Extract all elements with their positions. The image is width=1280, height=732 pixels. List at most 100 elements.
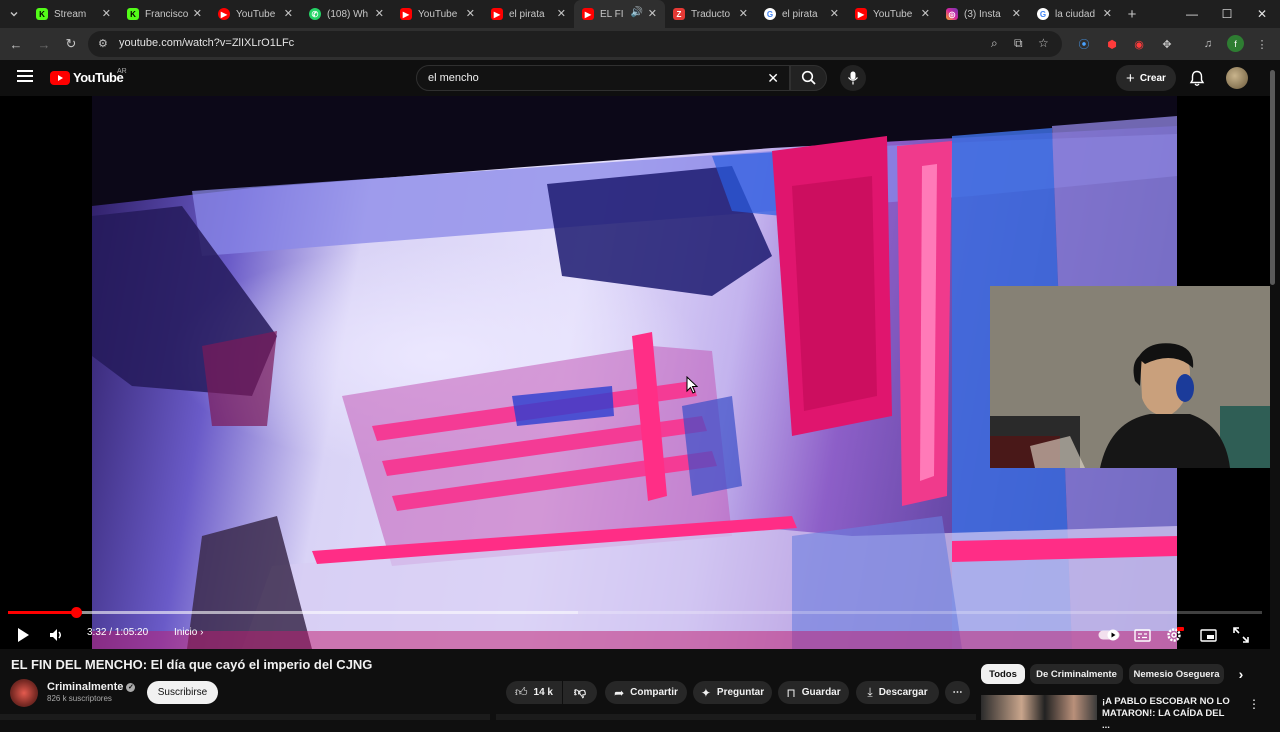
zoom-icon[interactable]: ⌕: [991, 36, 998, 51]
extensions-puzzle-icon[interactable]: ✥: [1159, 36, 1175, 52]
play-icon: [18, 628, 29, 642]
close-tab-icon[interactable]: ✕: [102, 7, 111, 20]
close-tab-icon[interactable]: ✕: [193, 7, 202, 20]
extension-icon[interactable]: ⦿: [1076, 36, 1092, 52]
mouse-cursor-icon: [686, 376, 698, 394]
site-info-icon[interactable]: ⚙: [98, 37, 108, 50]
channel-name[interactable]: Criminalmente ✓: [47, 681, 136, 693]
more-horizontal-icon: ⋯: [952, 687, 963, 698]
chapter-button[interactable]: Inicio ›: [174, 627, 203, 638]
dislike-button[interactable]: 👎︎: [563, 681, 597, 704]
browser-tab[interactable]: ✆ (108) Wh ✕: [301, 0, 392, 28]
back-button[interactable]: ←: [6, 34, 26, 54]
close-tab-icon[interactable]: ✕: [284, 7, 293, 20]
media-controls-icon[interactable]: ♫: [1200, 36, 1216, 52]
chip-nemesio[interactable]: Nemesio Oseguera: [1129, 664, 1224, 684]
notifications-bell-icon[interactable]: [1188, 69, 1206, 87]
browser-tab[interactable]: K Stream ✕: [28, 0, 119, 28]
profile-avatar[interactable]: f: [1227, 35, 1244, 52]
save-button[interactable]: ⊓ Guardar: [778, 681, 849, 704]
close-tab-icon[interactable]: ✕: [1012, 7, 1021, 20]
volume-icon: [50, 629, 61, 641]
maximize-window-button[interactable]: ☐: [1209, 0, 1245, 28]
share-arrow-icon: ➦: [614, 685, 625, 700]
description-box-right: [496, 714, 976, 720]
settings-button[interactable]: [1164, 623, 1186, 647]
browser-tab[interactable]: ▶ YouTube ✕: [392, 0, 483, 28]
search-query-text[interactable]: el mencho: [428, 72, 479, 84]
browser-tab[interactable]: Gel pirata ✕: [756, 0, 847, 28]
video-player[interactable]: 3:32 / 1:05:20 Inicio ›: [0, 96, 1270, 649]
recommended-title[interactable]: ¡A PABLO ESCOBAR NO LO MATARON!: LA CAÍD…: [1102, 696, 1232, 732]
close-tab-icon[interactable]: ✕: [648, 7, 657, 20]
like-button[interactable]: 👍︎ 14 k: [506, 681, 562, 704]
account-avatar[interactable]: [1226, 67, 1248, 89]
page-scrollbar[interactable]: [1270, 70, 1275, 285]
minimize-window-button[interactable]: —: [1174, 0, 1210, 28]
browser-tab[interactable]: ◎ (3) Insta ✕: [938, 0, 1029, 28]
reload-button[interactable]: ↻: [61, 34, 81, 54]
bookmark-icon: ⊓: [786, 685, 796, 700]
tab-search-button[interactable]: [0, 0, 28, 28]
speaker-icon[interactable]: 🔊: [631, 7, 643, 18]
microphone-icon: [848, 71, 858, 85]
download-icon: ⤓: [867, 685, 873, 699]
chips-next-button[interactable]: ›: [1230, 664, 1252, 684]
recommended-more-icon[interactable]: ⋮: [1248, 697, 1260, 711]
plus-icon: +: [1126, 69, 1135, 87]
fullscreen-button[interactable]: [1230, 623, 1252, 647]
close-tab-icon[interactable]: ✕: [830, 7, 839, 20]
browser-tab[interactable]: ▶ el pirata ✕: [483, 0, 574, 28]
browser-tab[interactable]: ▶ YouTube ✕: [210, 0, 301, 28]
search-input[interactable]: el mencho ✕: [416, 65, 790, 91]
browser-tab[interactable]: Gla ciudad ✕: [1029, 0, 1120, 28]
address-bar[interactable]: ⚙ youtube.com/watch?v=ZlIXLrO1LFc ⌕ ⧉ ☆: [88, 31, 1062, 57]
chip-from-channel[interactable]: De Criminalmente: [1030, 664, 1123, 684]
scrubber-handle[interactable]: [71, 607, 82, 618]
youtube-logo[interactable]: YouTube: [50, 70, 124, 85]
subtitles-button[interactable]: [1131, 623, 1153, 647]
description-box[interactable]: [0, 714, 490, 720]
close-window-button[interactable]: ✕: [1244, 0, 1280, 28]
youtube-icon: ▶: [582, 8, 594, 20]
play-button[interactable]: [12, 623, 34, 647]
install-app-icon[interactable]: ⧉: [1014, 36, 1023, 51]
more-actions-button[interactable]: ⋯: [945, 681, 970, 704]
browser-menu-icon[interactable]: ⋮: [1254, 36, 1270, 52]
ask-button[interactable]: ✦ Preguntar: [693, 681, 772, 704]
subscribe-button[interactable]: Suscribirse: [147, 681, 218, 704]
time-display: 3:32 / 1:05:20: [87, 627, 149, 638]
channel-avatar[interactable]: [10, 679, 38, 707]
download-button[interactable]: ⤓ Descargar: [856, 681, 939, 704]
record-extension-icon[interactable]: ◉: [1131, 36, 1147, 52]
video-progress-bar[interactable]: [8, 607, 1262, 618]
close-tab-icon[interactable]: ✕: [557, 7, 566, 20]
miniplayer-button[interactable]: [1197, 623, 1219, 647]
recommended-thumbnail[interactable]: [981, 695, 1097, 720]
close-tab-icon[interactable]: ✕: [921, 7, 930, 20]
hamburger-menu-icon[interactable]: [17, 70, 33, 82]
search-button[interactable]: [790, 65, 827, 91]
chevron-right-icon: ›: [200, 627, 204, 638]
autoplay-toggle[interactable]: [1098, 623, 1120, 647]
forward-button[interactable]: →: [34, 34, 54, 54]
new-tab-button[interactable]: +: [1120, 6, 1144, 23]
mute-button[interactable]: [46, 623, 68, 647]
browser-tab[interactable]: Z Traducto ✕: [665, 0, 756, 28]
close-tab-icon[interactable]: ✕: [466, 7, 475, 20]
share-button[interactable]: ➦ Compartir: [605, 681, 687, 704]
browser-tab-active[interactable]: ▶ EL FI 🔊 ✕: [574, 0, 665, 28]
extension-icon[interactable]: ⬢: [1104, 36, 1120, 52]
chip-all[interactable]: Todos: [981, 664, 1025, 684]
close-tab-icon[interactable]: ✕: [739, 7, 748, 20]
voice-search-button[interactable]: [840, 65, 866, 91]
clear-search-icon[interactable]: ✕: [767, 70, 779, 87]
close-tab-icon[interactable]: ✕: [1103, 7, 1112, 20]
close-tab-icon[interactable]: ✕: [375, 7, 384, 20]
bookmark-star-icon[interactable]: ☆: [1038, 36, 1049, 50]
browser-tab[interactable]: ▶ YouTube ✕: [847, 0, 938, 28]
create-button[interactable]: + Crear: [1116, 65, 1176, 91]
google-icon: G: [1037, 8, 1049, 20]
url-text[interactable]: youtube.com/watch?v=ZlIXLrO1LFc: [119, 37, 294, 49]
browser-tab[interactable]: K Francisco ✕: [119, 0, 210, 28]
